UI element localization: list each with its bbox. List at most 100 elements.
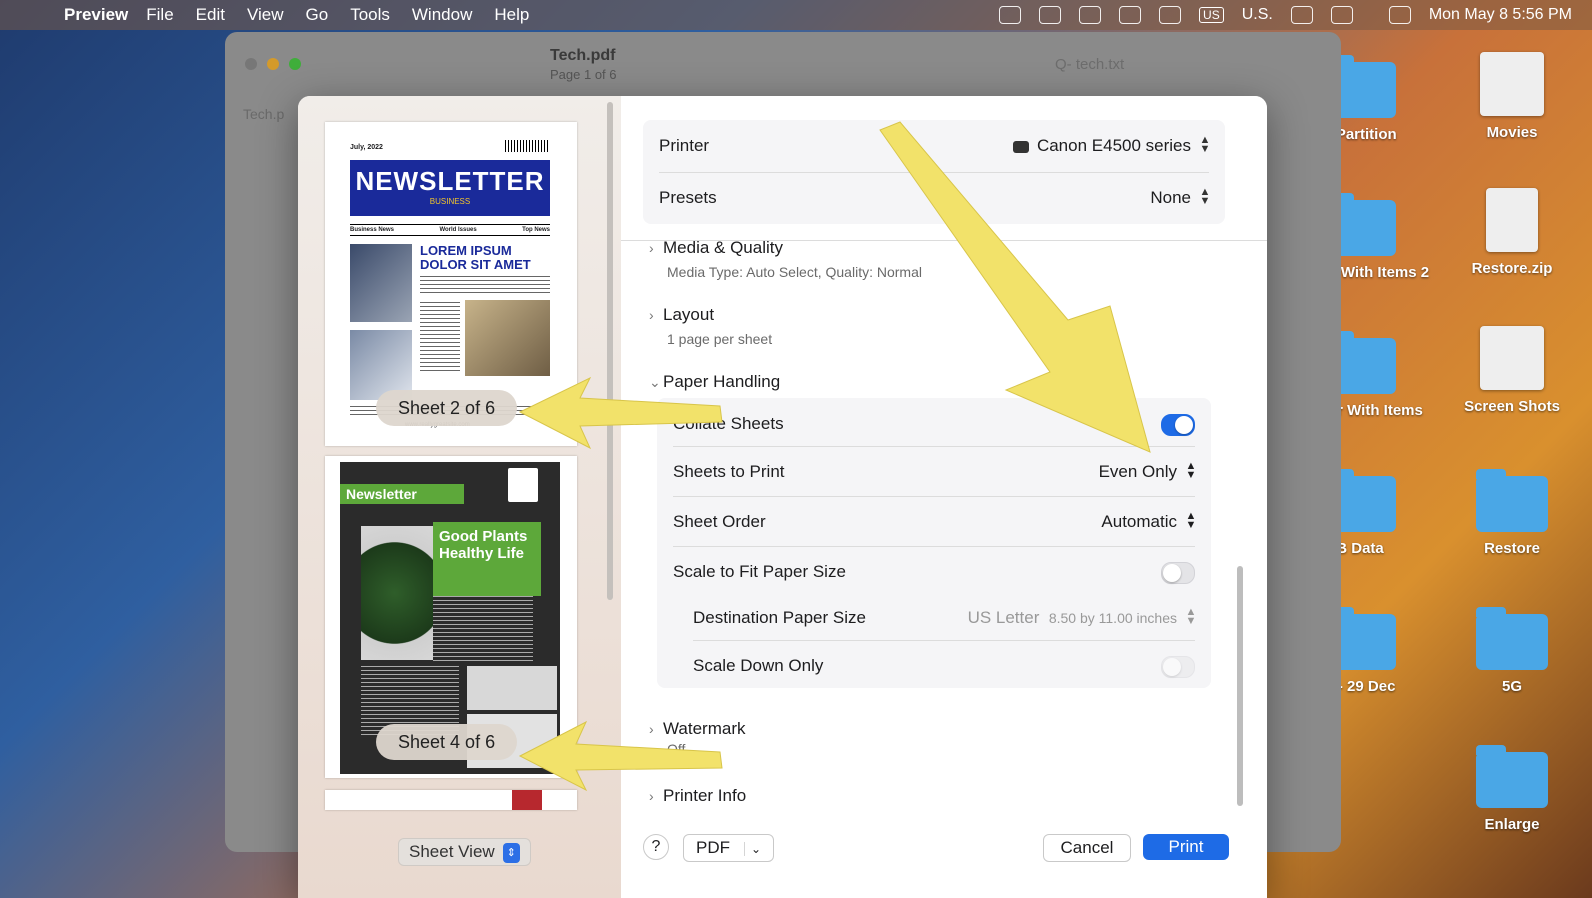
divider [673, 446, 1195, 447]
menu-edit[interactable]: Edit [196, 5, 225, 25]
app-menu[interactable]: Preview [64, 5, 128, 25]
window-title: Tech.pdf [550, 47, 616, 64]
screen-record-icon[interactable] [999, 6, 1022, 24]
newsletter-masthead: NEWSLETTER BUSINESS [350, 160, 550, 216]
paper-handling-group: Collate Sheets Sheets to Print Even Only… [657, 398, 1211, 688]
media-quality-section[interactable]: › Media & Quality Media Type: Auto Select… [649, 238, 922, 280]
media-quality-summary: Media Type: Auto Select, Quality: Normal [667, 264, 922, 280]
popup-arrows-icon: ▲ ▼ [1199, 186, 1211, 207]
divider [659, 172, 1209, 173]
sheet-preview[interactable] [325, 790, 577, 810]
screenshot-icon[interactable] [1119, 6, 1142, 24]
sheet-order-value: Automatic [1101, 512, 1177, 531]
popup-arrows-icon: ▲ ▼ [1185, 460, 1197, 481]
sheet-order-row[interactable]: Sheet Order Automatic ▲ ▼ [657, 498, 1211, 546]
folder-icon [1476, 607, 1548, 670]
newsletter-image [465, 300, 550, 376]
chevron-down-icon: ⌄ [649, 374, 661, 390]
chevron-right-icon: › [649, 307, 654, 323]
desktop-item[interactable]: Enlarge [1442, 745, 1582, 833]
menu-help[interactable]: Help [494, 5, 529, 25]
desktop-item[interactable]: Restore [1442, 469, 1582, 557]
destination-paper-detail: 8.50 by 11.00 inches [1048, 610, 1177, 626]
desktop-item[interactable]: Screen Shots [1442, 326, 1582, 415]
barcode-icon [505, 140, 549, 152]
printer-presets-group: Printer Canon E4500 series ▲ ▼ Presets No… [643, 120, 1225, 224]
sheet-number-badge: Sheet 2 of 6 [376, 390, 518, 426]
presets-value: None [1150, 188, 1191, 207]
menu-bar: Preview File Edit View Go Tools Window H… [0, 0, 1592, 30]
checkmark-icon[interactable] [1159, 6, 1182, 24]
minimize-icon[interactable] [267, 58, 279, 70]
movies-thumbnail-icon [1480, 52, 1544, 116]
newsletter-image [467, 666, 557, 710]
watermark-summary: Off [667, 741, 686, 757]
control-center-icon[interactable] [1388, 6, 1411, 24]
scale-to-fit-toggle[interactable] [1161, 562, 1195, 584]
chevron-right-icon: › [649, 788, 654, 804]
close-icon[interactable] [245, 58, 257, 70]
chevron-right-icon: › [649, 721, 654, 737]
cancel-button[interactable]: Cancel [1043, 834, 1131, 862]
window-subtitle: Page 1 of 6 [550, 67, 617, 82]
newsletter-label: Newsletter [340, 484, 464, 504]
collate-sheets-toggle[interactable] [1161, 414, 1195, 436]
collate-sheets-row: Collate Sheets [657, 400, 1211, 448]
body-text-block [420, 302, 460, 372]
scale-down-only-toggle[interactable] [1161, 656, 1195, 678]
wifi-icon[interactable] [1330, 6, 1353, 24]
printer-value: Canon E4500 series [1036, 136, 1191, 155]
s-square-icon[interactable] [1079, 6, 1102, 24]
input-source-label[interactable]: U.S. [1242, 6, 1273, 24]
menu-view[interactable]: View [247, 5, 284, 25]
newsletter-date: July, 2022 [350, 144, 383, 151]
printer-info-section[interactable]: › Printer Info [649, 786, 746, 806]
time-machine-icon[interactable] [1290, 6, 1313, 24]
s-app-icon[interactable] [1039, 6, 1062, 24]
pdf-menu-button[interactable]: PDF ⌄ [683, 834, 775, 862]
sheets-to-print-value: Even Only [1098, 462, 1177, 481]
preview-scrollbar[interactable] [607, 102, 613, 600]
clock[interactable]: Mon May 8 5:56 PM [1429, 6, 1572, 24]
menu-window[interactable]: Window [412, 5, 472, 25]
paper-handling-section[interactable]: ⌄ Paper Handling [649, 372, 780, 392]
input-source-badge[interactable]: US [1199, 7, 1224, 23]
body-text-block [433, 596, 533, 662]
popup-arrows-icon: ▲ ▼ [1185, 606, 1197, 627]
menu-file[interactable]: File [146, 5, 173, 25]
watermark-section[interactable]: › Watermark Off [649, 719, 746, 757]
zip-file-icon [1486, 188, 1538, 252]
desktop-item[interactable]: Movies [1442, 52, 1582, 141]
sheet-number-badge: Sheet 4 of 6 [376, 724, 518, 760]
sheets-to-print-row[interactable]: Sheets to Print Even Only ▲ ▼ [657, 448, 1211, 496]
print-dialog: July, 2022 NEWSLETTER BUSINESS Business … [298, 96, 1267, 898]
help-button[interactable]: ? [643, 834, 669, 860]
sheet-view-popup[interactable]: Sheet View ⇕ [398, 838, 531, 866]
print-button[interactable]: Print [1143, 834, 1229, 860]
divider [693, 640, 1195, 641]
dialog-footer: ? PDF ⌄ Cancel Print [621, 818, 1267, 898]
newsletter-image [512, 790, 542, 810]
newsletter-categories: Business News World Issues Top News [350, 224, 550, 236]
menu-go[interactable]: Go [306, 5, 329, 25]
printer-row[interactable]: Printer Canon E4500 series ▲ ▼ [643, 122, 1225, 172]
printer-icon [1012, 140, 1029, 153]
divider [673, 546, 1195, 547]
newsletter-image [350, 244, 412, 322]
menu-tools[interactable]: Tools [350, 5, 390, 25]
leaf-logo-icon [508, 468, 538, 502]
scale-down-only-row: Scale Down Only [657, 642, 1211, 690]
desktop-item[interactable]: Restore.zip [1442, 188, 1582, 277]
zoom-icon[interactable] [289, 58, 301, 70]
destination-paper-value: US Letter [967, 608, 1040, 627]
settings-scrollbar[interactable] [1237, 566, 1243, 806]
desktop-item[interactable]: 5G [1442, 607, 1582, 695]
destination-paper-size-row[interactable]: Destination Paper Size US Letter 8.50 by… [657, 594, 1211, 642]
layout-section[interactable]: › Layout 1 page per sheet [649, 305, 772, 347]
search-field[interactable]: Q- tech.txt [1025, 52, 1345, 78]
sidebar-document-label: Tech.p [243, 106, 285, 122]
chevron-right-icon: › [649, 240, 654, 256]
body-text-block [420, 276, 550, 294]
popup-arrows-icon: ▲ ▼ [1199, 134, 1211, 155]
presets-row[interactable]: Presets None ▲ ▼ [643, 174, 1225, 224]
